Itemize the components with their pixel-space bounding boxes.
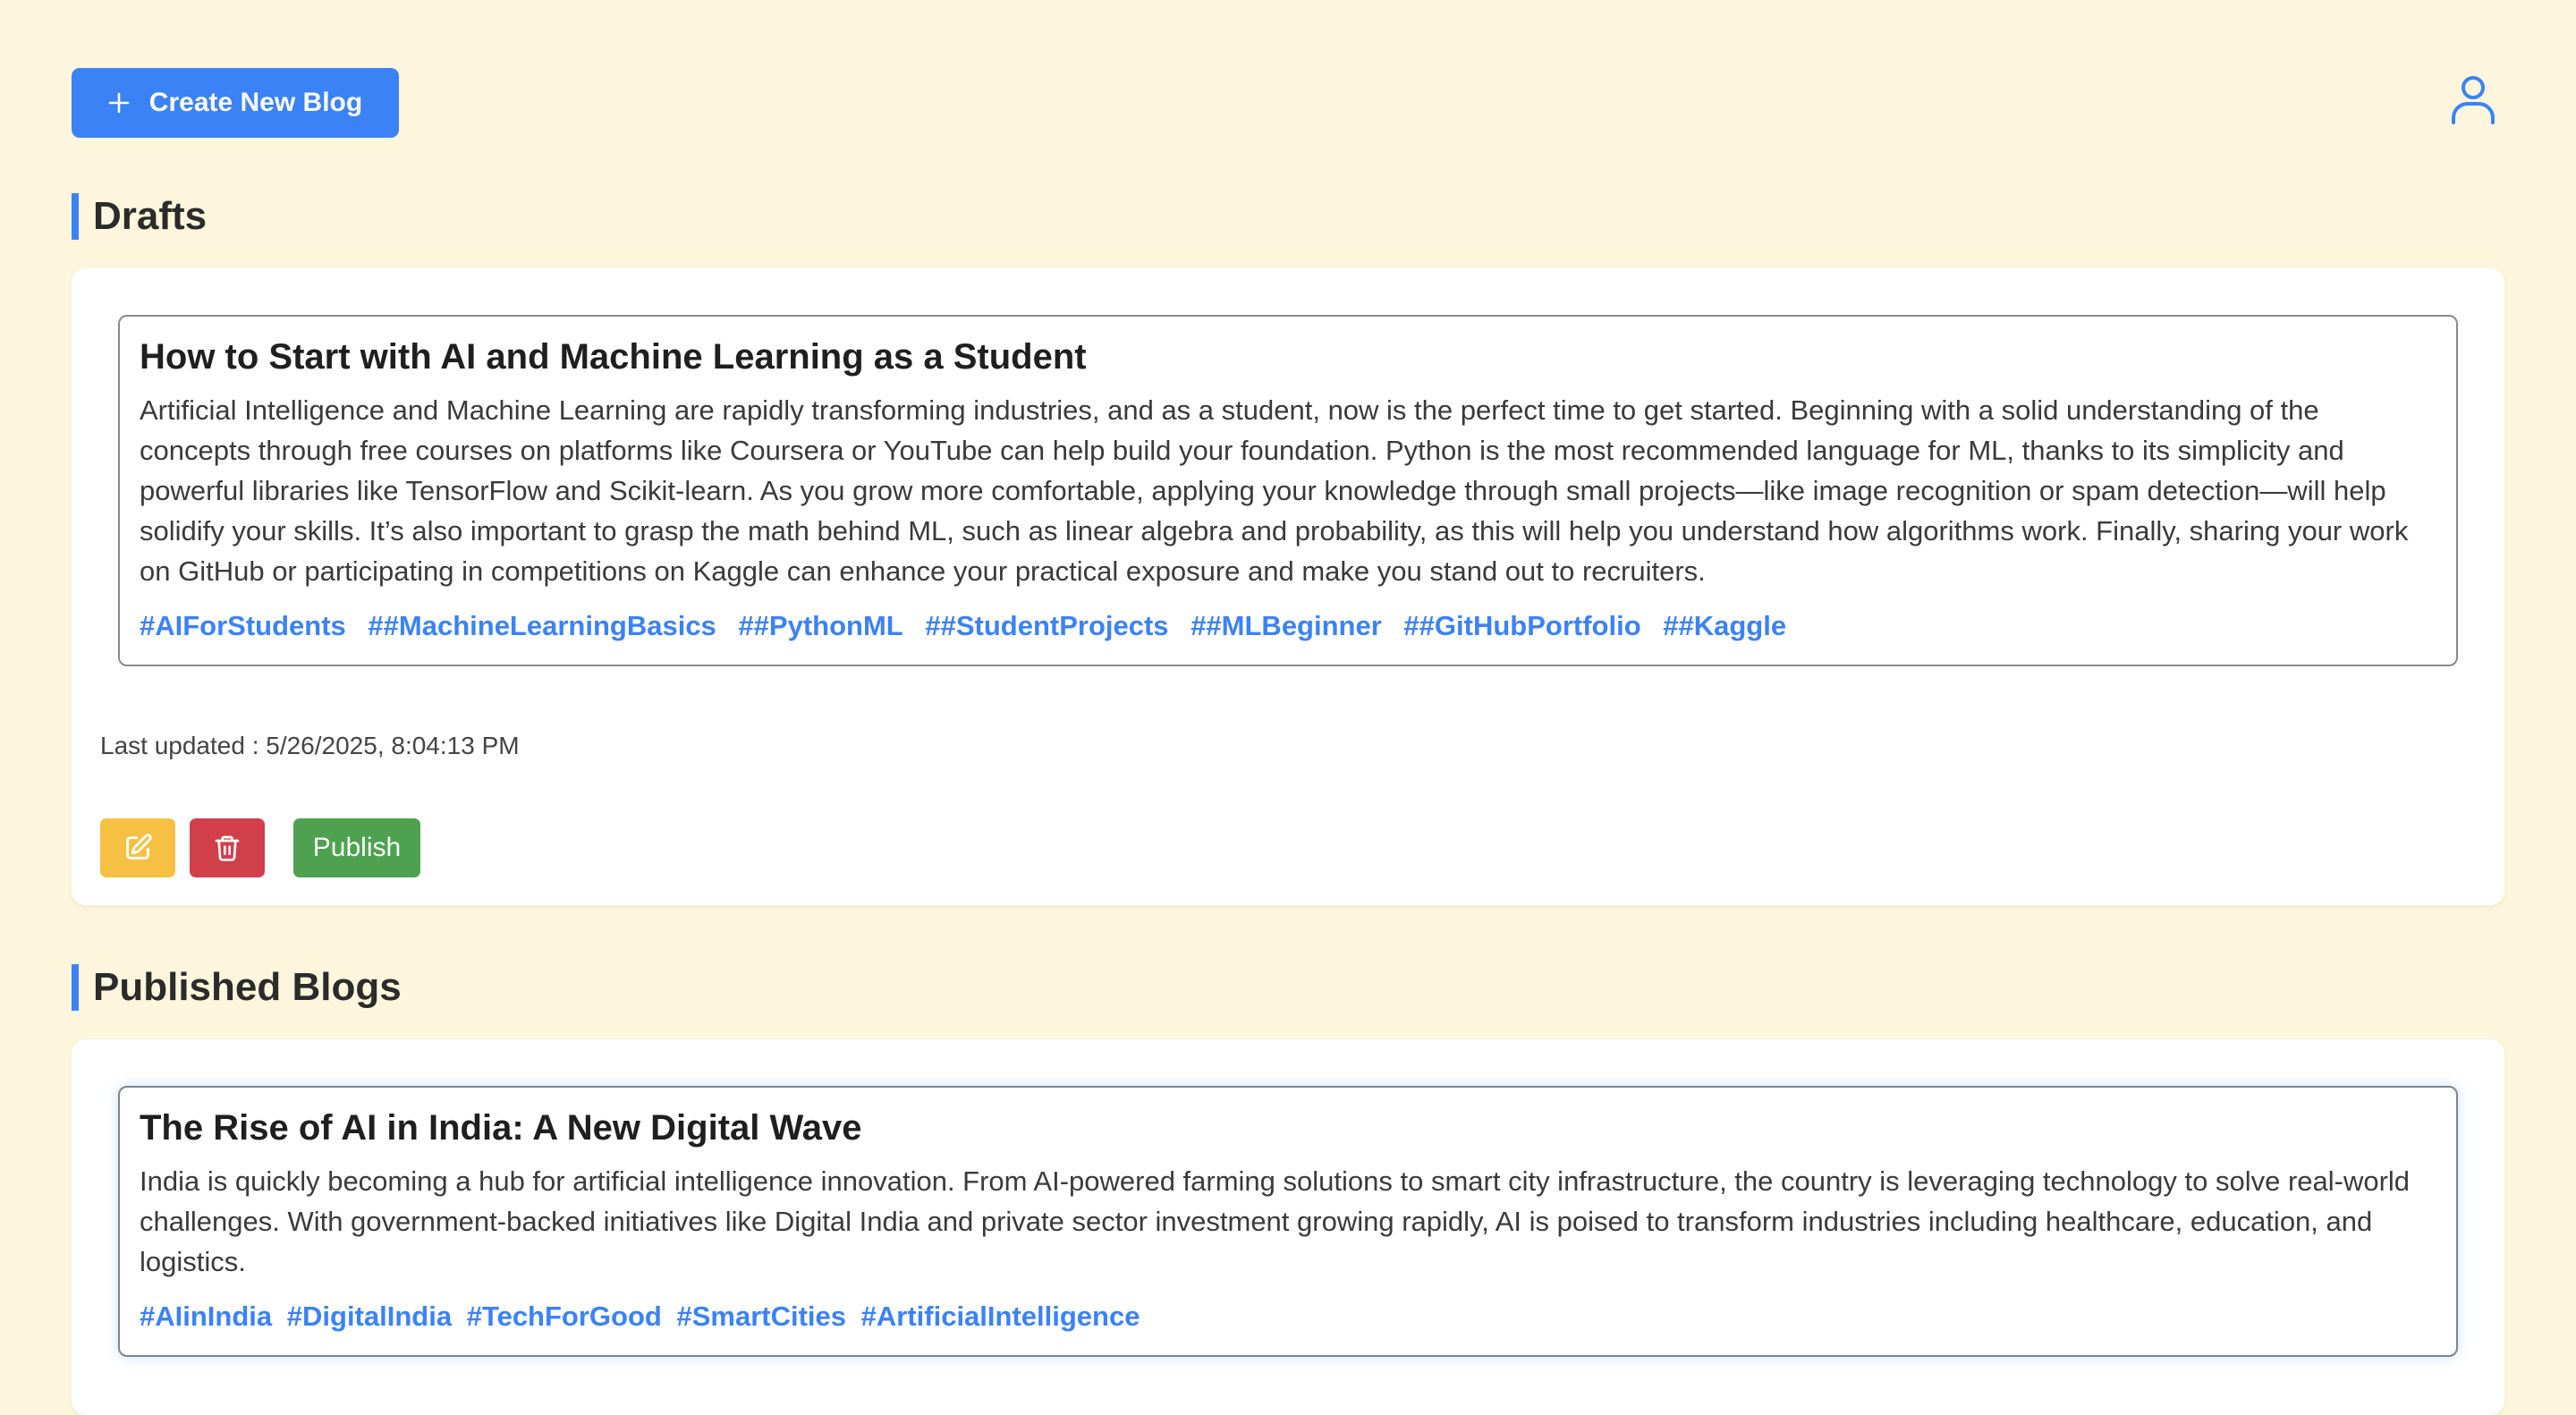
tag[interactable]: #TechForGood [467, 1301, 662, 1332]
draft-blog-card[interactable]: How to Start with AI and Machine Learnin… [118, 315, 2458, 666]
published-section-title: Published Blogs [72, 964, 402, 1011]
delete-button[interactable] [190, 818, 265, 877]
tag[interactable]: ##PythonML [738, 610, 902, 641]
drafts-panel: How to Start with AI and Machine Learnin… [72, 268, 2504, 905]
published-panel: The Rise of AI in India: A New Digital W… [72, 1039, 2504, 1415]
published-blog-card[interactable]: The Rise of AI in India: A New Digital W… [118, 1086, 2458, 1357]
tag[interactable]: #AIForStudents [140, 610, 346, 641]
tag[interactable]: #ArtificialIntelligence [861, 1301, 1140, 1332]
create-new-blog-label: Create New Blog [148, 88, 363, 117]
tag[interactable]: #AIinIndia [140, 1301, 272, 1332]
tag[interactable]: ##GitHubPortfolio [1403, 610, 1640, 641]
last-updated-text: Last updated : 5/26/2025, 8:04:13 PM [100, 732, 520, 759]
publish-button[interactable]: Publish [293, 818, 420, 877]
tag[interactable]: #SmartCities [676, 1301, 846, 1332]
tag[interactable]: ##StudentProjects [925, 610, 1168, 641]
tag-list: #AIForStudents ##MachineLearningBasics #… [140, 607, 2436, 645]
blog-content: Artificial Intelligence and Machine Lear… [140, 394, 2409, 587]
edit-icon [126, 834, 152, 860]
drafts-section-title: Drafts [72, 193, 207, 240]
user-icon [2452, 76, 2495, 124]
plus-icon [108, 92, 130, 114]
user-profile-button[interactable] [2442, 68, 2504, 131]
tag[interactable]: #DigitalIndia [287, 1301, 452, 1332]
tag[interactable]: ##MLBeginner [1191, 610, 1382, 641]
blog-content: India is quickly becoming a hub for arti… [140, 1165, 2411, 1277]
draft-actions: Publish [100, 818, 420, 877]
trash-icon [215, 835, 240, 861]
tag[interactable]: ##Kaggle [1663, 610, 1786, 641]
edit-button[interactable] [100, 818, 175, 877]
blog-title: How to Start with AI and Machine Learnin… [140, 337, 1087, 377]
top-bar: Create New Blog [72, 68, 2504, 138]
tag-list: #AIinIndia #DigitalIndia #TechForGood #S… [140, 1298, 2436, 1335]
create-new-blog-button[interactable]: Create New Blog [72, 68, 399, 138]
tag[interactable]: ##MachineLearningBasics [368, 610, 716, 641]
blog-title: The Rise of AI in India: A New Digital W… [140, 1108, 862, 1148]
